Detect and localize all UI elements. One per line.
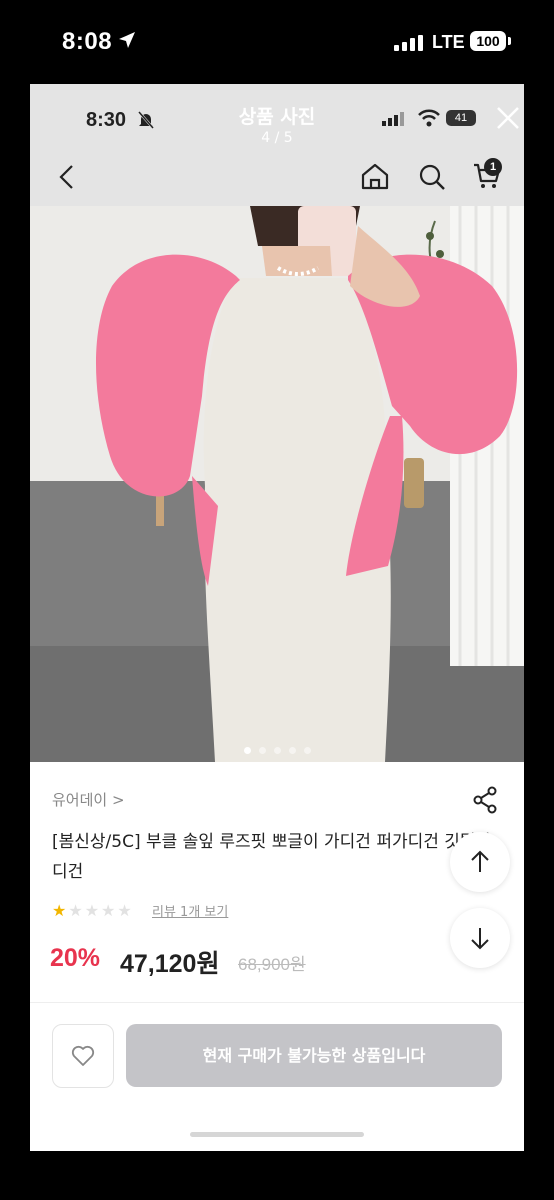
- device-status-bar: 8:08 LTE 100: [0, 0, 554, 84]
- battery-tip: [508, 37, 511, 45]
- discount-rate: 20%: [50, 944, 101, 972]
- heart-icon: [71, 1045, 95, 1066]
- home-icon[interactable]: [360, 162, 390, 190]
- battery-icon: 100: [470, 31, 506, 51]
- page-dot: [273, 747, 281, 754]
- sale-price: 47,120원: [120, 950, 220, 978]
- location-arrow-icon: [119, 32, 135, 48]
- viewer-header: 8:30 상품 사진 4 / 5 41 1: [30, 84, 524, 206]
- wifi-icon: [418, 109, 440, 127]
- search-icon[interactable]: [418, 163, 446, 191]
- brand-link[interactable]: 유어데이 >: [52, 789, 125, 810]
- star-empty-icon: ★: [117, 901, 132, 920]
- arrow-up-icon: [471, 850, 489, 872]
- photo-counter: 4 / 5: [261, 130, 293, 146]
- network-type: LTE: [432, 32, 465, 52]
- star-filled-icon: ★: [52, 901, 67, 920]
- share-icon[interactable]: [472, 786, 498, 814]
- buy-button-disabled[interactable]: 현재 구매가 불가능한 상품입니다: [126, 1024, 502, 1087]
- original-price: 68,900원: [238, 955, 306, 974]
- scroll-up-button[interactable]: [450, 832, 510, 892]
- page-dot: [288, 747, 296, 754]
- page-dot: [303, 747, 311, 754]
- product-photo[interactable]: [30, 206, 524, 762]
- arrow-down-icon: [471, 928, 489, 950]
- inner-signal-icon: [382, 112, 404, 126]
- page-dot: [258, 747, 266, 754]
- page-dot: [243, 747, 251, 754]
- inner-battery-icon: 41: [446, 110, 476, 126]
- home-indicator: [190, 1132, 364, 1137]
- review-link[interactable]: 리뷰 1개 보기: [152, 901, 228, 920]
- divider: [30, 1002, 524, 1003]
- wishlist-button[interactable]: [52, 1024, 114, 1088]
- product-title: [봄신상/5C] 부클 솔잎 루즈핏 뽀글이 가디건 퍼가디건 깃털가디건: [52, 832, 492, 882]
- star-empty-icon: ★: [68, 901, 83, 920]
- cart-count-badge: 1: [484, 158, 502, 176]
- back-chevron-icon[interactable]: [58, 164, 74, 190]
- device-time: 8:08: [62, 28, 113, 55]
- scroll-down-button[interactable]: [450, 908, 510, 968]
- cellular-signal-icon: [394, 35, 423, 51]
- star-empty-icon: ★: [84, 901, 100, 920]
- star-empty-icon: ★: [101, 901, 116, 920]
- rating-stars: ★ ★ ★ ★ ★: [52, 901, 134, 920]
- close-icon[interactable]: [496, 106, 520, 130]
- photo-page-indicator: [30, 739, 524, 758]
- app-screen: 8:30 상품 사진 4 / 5 41 1 유어데이 > [봄신상/5C] 부클…: [30, 84, 524, 1151]
- product-photo-image: [30, 206, 524, 762]
